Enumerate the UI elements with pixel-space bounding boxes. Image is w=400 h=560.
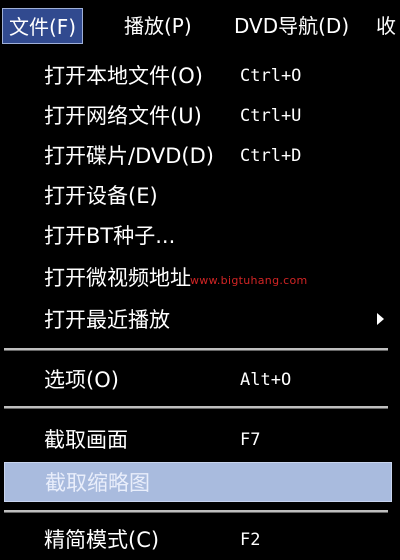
watermark-text: www.bigtuhang.com	[190, 274, 308, 287]
menu-item-shortcut: Alt+O	[240, 370, 292, 390]
submenu-arrow-icon	[377, 313, 384, 325]
menu-item-label: 打开碟片/DVD(D)	[44, 144, 214, 168]
menu-item-label: 选项(O)	[44, 368, 119, 392]
menu-item-capture-thumbnail[interactable]: 截取缩略图	[4, 462, 392, 502]
menu-item-label: 截取画面	[44, 428, 128, 452]
menu-item-shortcut: Ctrl+D	[240, 146, 302, 166]
menu-item-open-device[interactable]: 打开设备(E)	[0, 176, 400, 216]
menubar-dvd-nav[interactable]: DVD导航(D)	[228, 8, 355, 44]
menubar-play[interactable]: 播放(P)	[118, 8, 198, 44]
menu-item-shortcut: F2	[240, 530, 261, 550]
menu-item-open-bt-torrent[interactable]: 打开BT种子...	[0, 216, 400, 256]
menu-item-open-local-file[interactable]: 打开本地文件(O) Ctrl+O	[0, 56, 400, 96]
menu-item-options[interactable]: 选项(O) Alt+O	[0, 360, 400, 400]
menu-item-open-recent[interactable]: 打开最近播放	[0, 300, 400, 340]
menu-item-label: 精简模式(C)	[44, 528, 160, 552]
menu-item-shortcut: F7	[240, 430, 261, 450]
menu-item-compact-mode[interactable]: 精简模式(C) F2	[0, 520, 400, 560]
menu-item-label: 打开最近播放	[44, 308, 170, 332]
menu-item-capture-frame[interactable]: 截取画面 F7	[0, 420, 400, 460]
menu-separator	[4, 348, 388, 351]
menubar-favorites-partial[interactable]: 收	[370, 8, 400, 44]
file-menu-dropdown: 打开本地文件(O) Ctrl+O 打开网络文件(U) Ctrl+U 打开碟片/D…	[0, 52, 400, 560]
menu-item-shortcut: Ctrl+U	[240, 106, 302, 126]
menu-item-label: 打开微视频地址	[44, 266, 191, 290]
menu-item-open-network-file[interactable]: 打开网络文件(U) Ctrl+U	[0, 96, 400, 136]
menu-item-label: 打开本地文件(O)	[44, 64, 203, 88]
menu-separator	[4, 406, 388, 409]
menu-item-label: 打开网络文件(U)	[44, 104, 202, 128]
menu-item-label: 截取缩略图	[45, 471, 150, 495]
menu-item-open-disc-dvd[interactable]: 打开碟片/DVD(D) Ctrl+D	[0, 136, 400, 176]
menu-item-label: 打开BT种子...	[44, 224, 176, 248]
menu-item-label: 打开设备(E)	[44, 184, 158, 208]
menu-bar: 文件(F) 播放(P) DVD导航(D) 收	[0, 0, 400, 52]
menu-separator	[4, 510, 388, 513]
menubar-file[interactable]: 文件(F)	[2, 8, 84, 44]
menu-item-shortcut: Ctrl+O	[240, 66, 302, 86]
